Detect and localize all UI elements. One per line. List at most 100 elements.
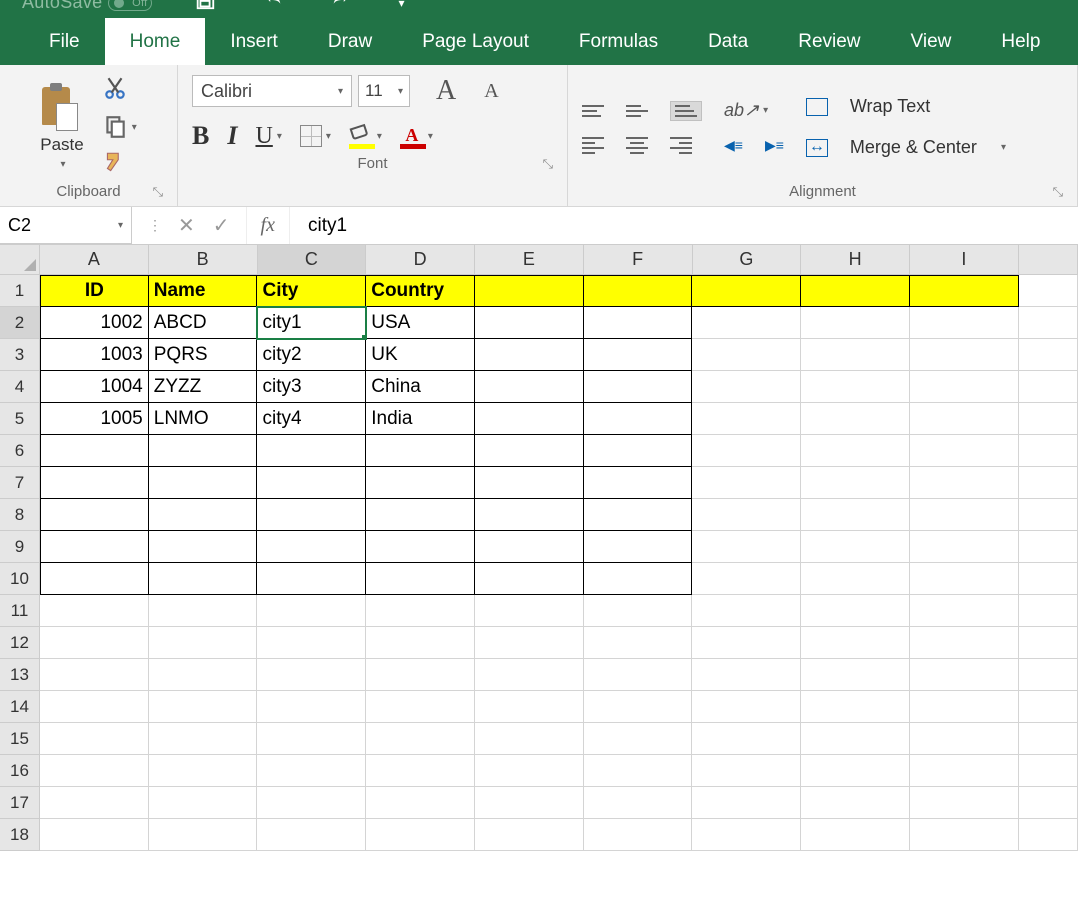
cell[interactable]: 1002 — [40, 307, 149, 339]
worksheet[interactable]: 123456789101112131415161718 A B C D E F … — [0, 245, 1078, 851]
copy-icon[interactable]: ▾ — [102, 114, 137, 140]
cell[interactable] — [910, 595, 1019, 627]
align-top-icon[interactable] — [582, 105, 604, 117]
row-header-16[interactable]: 16 — [0, 755, 40, 787]
cell[interactable] — [1019, 275, 1078, 307]
cell[interactable] — [1019, 723, 1078, 755]
tab-file[interactable]: File — [24, 18, 105, 65]
cell[interactable] — [366, 819, 475, 851]
col-header-D[interactable]: D — [366, 245, 475, 275]
cell[interactable] — [692, 435, 801, 467]
tab-draw[interactable]: Draw — [303, 18, 397, 65]
merge-center-button[interactable]: Merge & Center — [850, 137, 977, 158]
cell[interactable] — [1019, 755, 1078, 787]
cell[interactable] — [910, 787, 1019, 819]
cell[interactable] — [584, 787, 693, 819]
row-header-17[interactable]: 17 — [0, 787, 40, 819]
cell[interactable] — [475, 467, 584, 499]
cell[interactable] — [584, 339, 693, 371]
format-painter-icon[interactable] — [102, 150, 137, 179]
cell[interactable]: City — [257, 275, 366, 307]
cell[interactable]: ABCD — [149, 307, 258, 339]
cell[interactable] — [692, 659, 801, 691]
cell[interactable] — [910, 691, 1019, 723]
cell[interactable] — [692, 627, 801, 659]
cell[interactable] — [801, 627, 910, 659]
cell[interactable] — [475, 531, 584, 563]
row-header-1[interactable]: 1 — [0, 275, 40, 307]
cell[interactable] — [584, 691, 693, 723]
cell[interactable]: ZYZZ — [149, 371, 258, 403]
cell[interactable] — [584, 435, 693, 467]
cell[interactable] — [475, 403, 584, 435]
name-box[interactable]: C2▾ — [0, 207, 132, 244]
align-right-icon[interactable] — [670, 137, 692, 154]
alignment-launcher-icon[interactable]: ⤡ — [1053, 184, 1063, 200]
font-launcher-icon[interactable]: ⤡ — [543, 156, 553, 172]
cell[interactable] — [257, 691, 366, 723]
cell[interactable] — [475, 627, 584, 659]
cell[interactable]: ID — [40, 275, 149, 307]
cell[interactable] — [584, 403, 693, 435]
cell[interactable] — [692, 467, 801, 499]
cell[interactable] — [257, 467, 366, 499]
cell[interactable] — [801, 563, 910, 595]
cell[interactable] — [692, 691, 801, 723]
col-header-I[interactable]: I — [910, 245, 1019, 275]
cell[interactable]: city4 — [257, 403, 366, 435]
bold-button[interactable]: B — [192, 121, 209, 151]
increase-indent-icon[interactable]: ▶≡ — [765, 137, 784, 154]
cell[interactable] — [584, 723, 693, 755]
cell[interactable]: India — [366, 403, 475, 435]
save-icon[interactable] — [194, 0, 216, 16]
cell[interactable] — [801, 339, 910, 371]
cell[interactable] — [692, 723, 801, 755]
cell[interactable] — [910, 499, 1019, 531]
row-header-4[interactable]: 4 — [0, 371, 40, 403]
cell[interactable] — [40, 659, 149, 691]
cell[interactable] — [584, 563, 693, 595]
row-header-18[interactable]: 18 — [0, 819, 40, 851]
cell[interactable] — [257, 627, 366, 659]
cell[interactable] — [910, 307, 1019, 339]
cell[interactable] — [475, 787, 584, 819]
cell[interactable] — [801, 307, 910, 339]
underline-button[interactable]: U▾ — [255, 123, 281, 150]
cell[interactable] — [801, 467, 910, 499]
cell[interactable] — [40, 787, 149, 819]
font-name-combo[interactable]: Calibri▾ — [192, 75, 352, 107]
cell[interactable] — [584, 275, 693, 307]
cell[interactable] — [366, 435, 475, 467]
cell[interactable] — [584, 595, 693, 627]
cell[interactable] — [1019, 339, 1078, 371]
col-header-H[interactable]: H — [801, 245, 910, 275]
fx-label[interactable]: fx — [247, 207, 290, 244]
tab-insert[interactable]: Insert — [205, 18, 303, 65]
autosave-pill[interactable]: Off — [108, 0, 152, 11]
cell[interactable] — [475, 435, 584, 467]
cell[interactable] — [40, 627, 149, 659]
cell[interactable] — [692, 819, 801, 851]
tab-page-layout[interactable]: Page Layout — [397, 18, 554, 65]
cell[interactable] — [584, 371, 693, 403]
row-header-13[interactable]: 13 — [0, 659, 40, 691]
row-header-9[interactable]: 9 — [0, 531, 40, 563]
cell[interactable] — [149, 499, 258, 531]
cell[interactable] — [692, 275, 801, 307]
cell[interactable] — [40, 435, 149, 467]
col-header-A[interactable]: A — [40, 245, 149, 275]
decrease-font-icon[interactable]: A — [484, 80, 498, 103]
cell[interactable] — [910, 467, 1019, 499]
cell[interactable] — [801, 819, 910, 851]
paste-button[interactable]: Paste ▾ — [40, 85, 83, 170]
tab-home[interactable]: Home — [105, 18, 206, 65]
cell[interactable]: city1 — [257, 307, 366, 339]
cell[interactable] — [149, 723, 258, 755]
cell[interactable]: UK — [366, 339, 475, 371]
cell[interactable]: China — [366, 371, 475, 403]
formula-input[interactable]: city1 — [290, 207, 1078, 244]
cell[interactable] — [910, 723, 1019, 755]
cell[interactable] — [366, 627, 475, 659]
cell[interactable] — [801, 723, 910, 755]
col-header-F[interactable]: F — [584, 245, 693, 275]
